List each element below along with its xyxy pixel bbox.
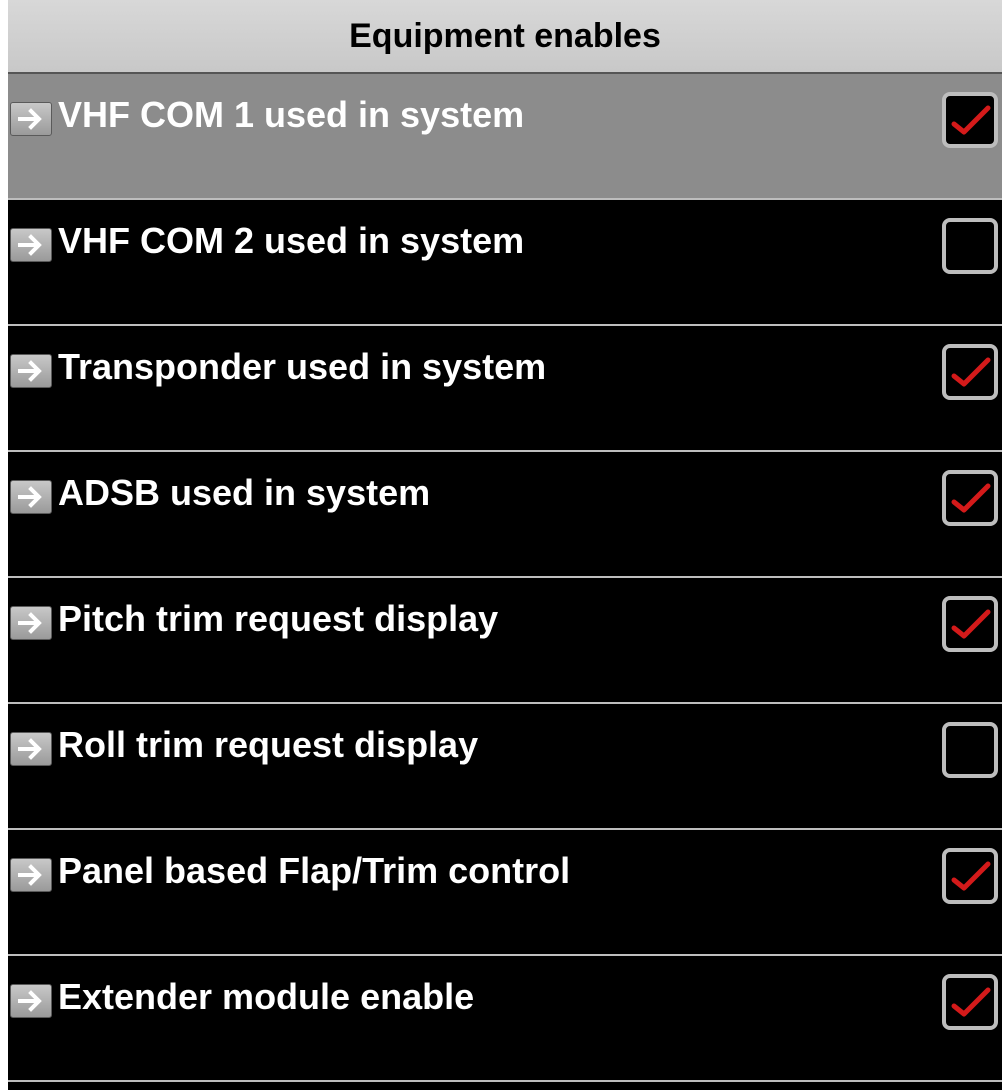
- checkmark-icon: [951, 483, 991, 513]
- list-item[interactable]: Extender module enable: [8, 956, 1002, 1082]
- item-label: Extender module enable: [58, 976, 475, 1017]
- equipment-list: VHF COM 1 used in system VHF COM 2 used …: [8, 74, 1002, 1082]
- item-label: VHF COM 2 used in system: [58, 220, 525, 261]
- list-item[interactable]: Pitch trim request display: [8, 578, 1002, 704]
- checkbox-checked[interactable]: [942, 470, 998, 526]
- checkbox-checked[interactable]: [942, 596, 998, 652]
- checkmark-icon: [951, 105, 991, 135]
- checkmark-icon: [951, 609, 991, 639]
- list-item[interactable]: ADSB used in system: [8, 452, 1002, 578]
- checkbox-checked[interactable]: [942, 974, 998, 1030]
- arrow-right-icon[interactable]: [10, 354, 52, 388]
- checkmark-icon: [951, 987, 991, 1017]
- arrow-right-icon[interactable]: [10, 606, 52, 640]
- item-label: Panel based Flap/Trim control: [58, 850, 571, 891]
- checkbox-checked[interactable]: [942, 848, 998, 904]
- arrow-right-icon[interactable]: [10, 102, 52, 136]
- panel-header: Equipment enables: [8, 0, 1002, 74]
- arrow-right-icon[interactable]: [10, 480, 52, 514]
- arrow-right-icon[interactable]: [10, 732, 52, 766]
- arrow-right-icon[interactable]: [10, 984, 52, 1018]
- item-label: Pitch trim request display: [58, 598, 499, 639]
- list-item[interactable]: Roll trim request display: [8, 704, 1002, 830]
- item-label: Roll trim request display: [58, 724, 479, 765]
- list-item[interactable]: VHF COM 2 used in system: [8, 200, 1002, 326]
- item-label: Transponder used in system: [58, 346, 547, 387]
- page-title: Equipment enables: [349, 16, 661, 55]
- item-label: ADSB used in system: [58, 472, 431, 513]
- list-item[interactable]: Transponder used in system: [8, 326, 1002, 452]
- list-item[interactable]: Panel based Flap/Trim control: [8, 830, 1002, 956]
- checkbox-unchecked[interactable]: [942, 722, 998, 778]
- checkmark-icon: [951, 861, 991, 891]
- checkbox-unchecked[interactable]: [942, 218, 998, 274]
- checkmark-icon: [951, 357, 991, 387]
- arrow-right-icon[interactable]: [10, 858, 52, 892]
- checkbox-checked[interactable]: [942, 92, 998, 148]
- list-item[interactable]: VHF COM 1 used in system: [8, 74, 1002, 200]
- equipment-enables-panel: Equipment enables VHF COM 1 used in syst…: [0, 0, 1002, 1090]
- item-label: VHF COM 1 used in system: [58, 94, 525, 135]
- checkbox-checked[interactable]: [942, 344, 998, 400]
- arrow-right-icon[interactable]: [10, 228, 52, 262]
